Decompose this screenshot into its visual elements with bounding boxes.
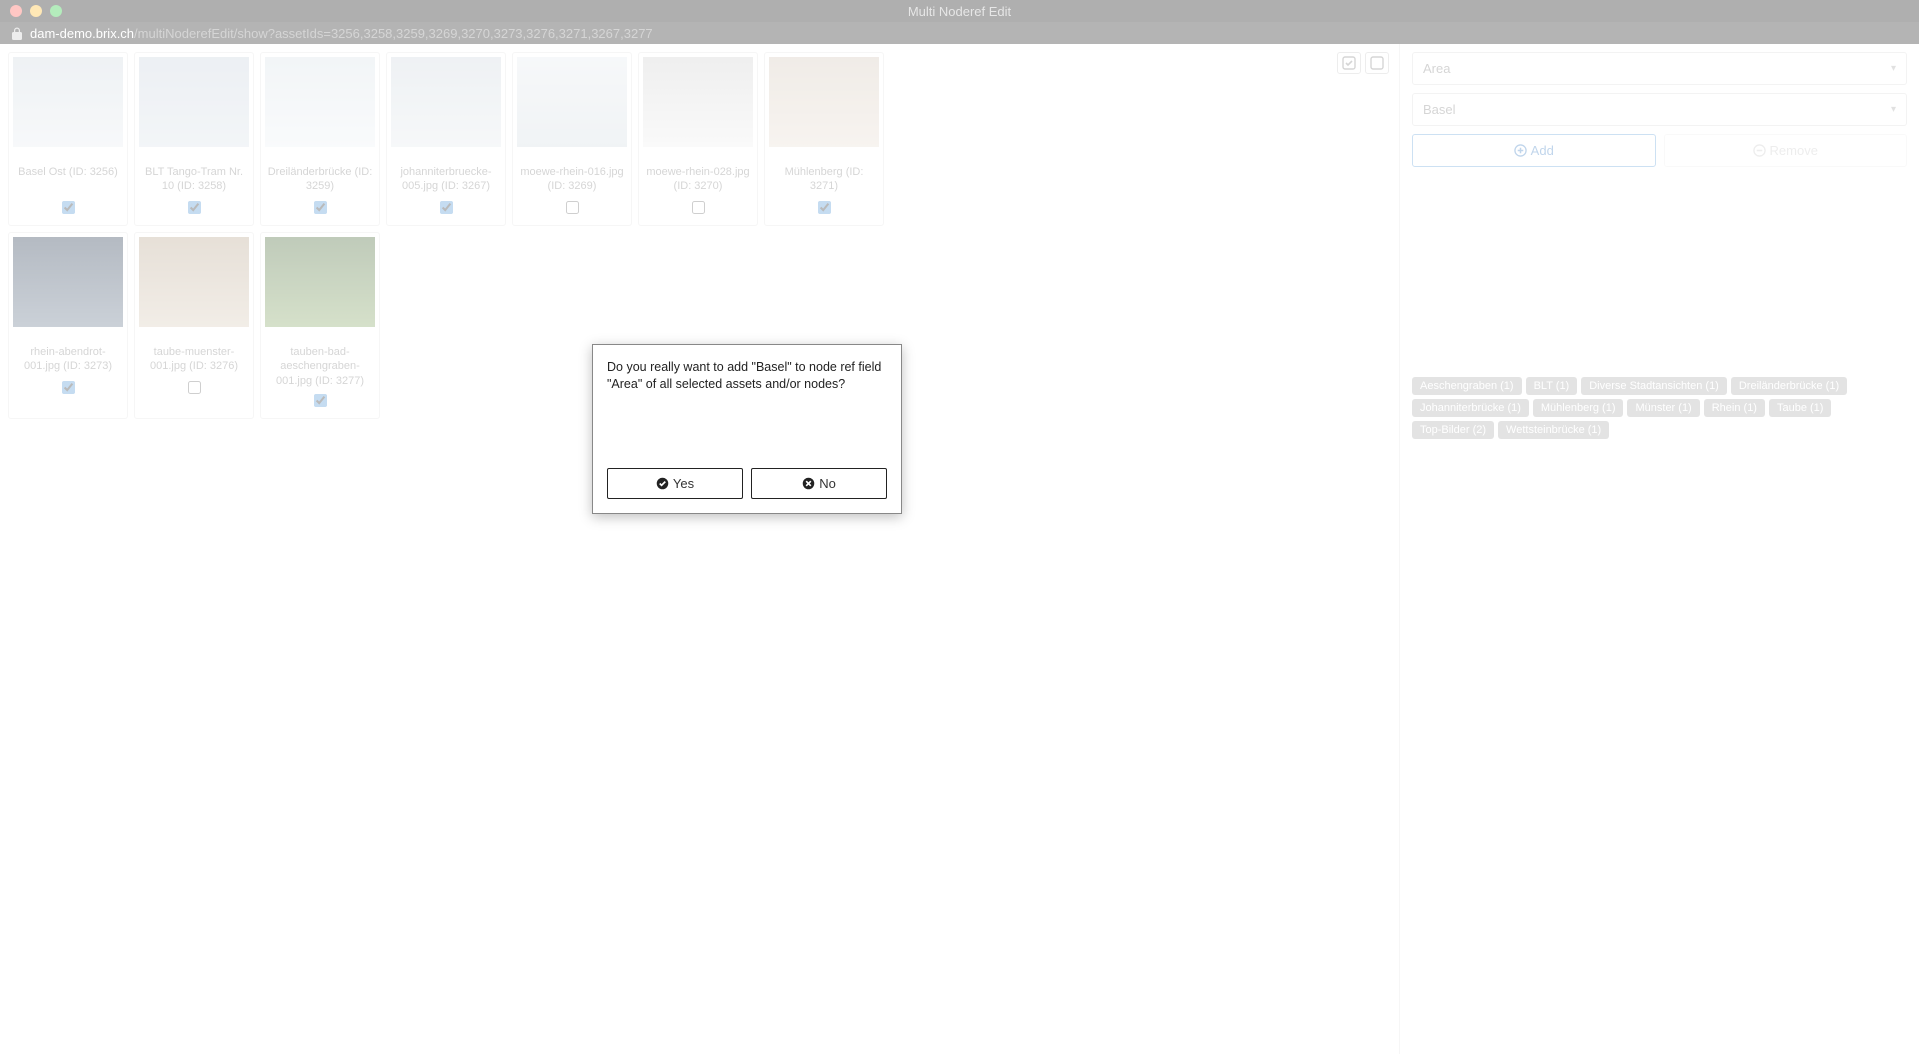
asset-checkbox[interactable] xyxy=(188,201,201,214)
select-all-button[interactable] xyxy=(1337,52,1361,74)
asset-caption: Basel Ost (ID: 3256) xyxy=(16,165,120,195)
asset-caption: Mühlenberg (ID: 3271) xyxy=(769,165,879,195)
asset-card[interactable]: johanniterbruecke-005.jpg (ID: 3267) xyxy=(386,52,506,226)
plus-circle-icon xyxy=(1514,144,1527,157)
confirm-yes-button[interactable]: Yes xyxy=(607,468,743,499)
asset-caption: taube-muenster-001.jpg (ID: 3276) xyxy=(139,345,249,375)
asset-caption: Dreiländerbrücke (ID: 3259) xyxy=(265,165,375,195)
noderef-value-value: Basel xyxy=(1423,102,1456,117)
window-titlebar: Multi Noderef Edit xyxy=(0,0,1919,22)
no-label: No xyxy=(819,476,836,491)
check-circle-icon xyxy=(656,477,669,490)
asset-checkbox[interactable] xyxy=(314,201,327,214)
asset-thumbnail xyxy=(13,57,123,147)
tag-chip[interactable]: Münster (1) xyxy=(1627,399,1699,417)
noderef-field-value: Area xyxy=(1423,61,1450,76)
window-title: Multi Noderef Edit xyxy=(908,4,1011,19)
tag-chip[interactable]: Top-Bilder (2) xyxy=(1412,421,1494,439)
browser-url-bar[interactable]: dam-demo.brix.ch/multiNoderefEdit/show?a… xyxy=(0,22,1919,44)
tag-list: Aeschengraben (1)BLT (1)Diverse Stadtans… xyxy=(1412,377,1907,439)
asset-checkbox[interactable] xyxy=(62,381,75,394)
chevron-down-icon: ▾ xyxy=(1891,104,1896,115)
asset-card[interactable]: Basel Ost (ID: 3256) xyxy=(8,52,128,226)
tag-chip[interactable]: Wettsteinbrücke (1) xyxy=(1498,421,1609,439)
url-host: dam-demo.brix.ch xyxy=(30,26,134,41)
sidebar-panel: Area ▾ Basel ▾ Add Remove Aeschengraben … xyxy=(1399,44,1919,1054)
maximize-window-icon[interactable] xyxy=(50,5,62,17)
asset-card[interactable]: Dreiländerbrücke (ID: 3259) xyxy=(260,52,380,226)
asset-checkbox[interactable] xyxy=(314,394,327,407)
tag-chip[interactable]: Dreiländerbrücke (1) xyxy=(1731,377,1847,395)
yes-label: Yes xyxy=(673,476,694,491)
remove-button[interactable]: Remove xyxy=(1664,134,1908,167)
asset-caption: rhein-abendrot-001.jpg (ID: 3273) xyxy=(13,345,123,375)
confirm-dialog: Do you really want to add "Basel" to nod… xyxy=(592,344,902,514)
lock-icon xyxy=(12,27,22,40)
asset-thumbnail xyxy=(517,57,627,147)
tag-chip[interactable]: Diverse Stadtansichten (1) xyxy=(1581,377,1727,395)
asset-checkbox[interactable] xyxy=(692,201,705,214)
asset-caption: johanniterbruecke-005.jpg (ID: 3267) xyxy=(391,165,501,195)
window-traffic-lights xyxy=(10,5,62,17)
asset-thumbnail xyxy=(391,57,501,147)
asset-card[interactable]: BLT Tango-Tram Nr. 10 (ID: 3258) xyxy=(134,52,254,226)
chevron-down-icon: ▾ xyxy=(1891,63,1896,74)
asset-caption: moewe-rhein-016.jpg (ID: 3269) xyxy=(517,165,627,195)
tag-chip[interactable]: Taube (1) xyxy=(1769,399,1831,417)
asset-thumbnail xyxy=(139,237,249,327)
tag-chip[interactable]: BLT (1) xyxy=(1526,377,1578,395)
asset-checkbox[interactable] xyxy=(818,201,831,214)
asset-checkbox[interactable] xyxy=(62,201,75,214)
deselect-all-button[interactable] xyxy=(1365,52,1389,74)
tag-chip[interactable]: Johanniterbrücke (1) xyxy=(1412,399,1529,417)
minimize-window-icon[interactable] xyxy=(30,5,42,17)
asset-thumbnail xyxy=(769,57,879,147)
asset-thumbnail xyxy=(265,237,375,327)
add-button-label: Add xyxy=(1531,143,1554,158)
asset-checkbox[interactable] xyxy=(188,381,201,394)
minus-circle-icon xyxy=(1753,144,1766,157)
asset-thumbnail xyxy=(265,57,375,147)
asset-card[interactable]: taube-muenster-001.jpg (ID: 3276) xyxy=(134,232,254,419)
asset-caption: moewe-rhein-028.jpg (ID: 3270) xyxy=(643,165,753,195)
asset-thumbnail xyxy=(13,237,123,327)
asset-card[interactable]: moewe-rhein-028.jpg (ID: 3270) xyxy=(638,52,758,226)
close-window-icon[interactable] xyxy=(10,5,22,17)
noderef-field-select[interactable]: Area ▾ xyxy=(1412,52,1907,85)
asset-card[interactable]: rhein-abendrot-001.jpg (ID: 3273) xyxy=(8,232,128,419)
asset-checkbox[interactable] xyxy=(566,201,579,214)
asset-card[interactable]: moewe-rhein-016.jpg (ID: 3269) xyxy=(512,52,632,226)
confirm-dialog-message: Do you really want to add "Basel" to nod… xyxy=(607,359,887,393)
remove-button-label: Remove xyxy=(1770,143,1818,158)
asset-caption: BLT Tango-Tram Nr. 10 (ID: 3258) xyxy=(139,165,249,195)
x-circle-icon xyxy=(802,477,815,490)
url-path: /multiNoderefEdit/show?assetIds=3256,325… xyxy=(134,26,653,41)
tag-chip[interactable]: Mühlenberg (1) xyxy=(1533,399,1624,417)
asset-card[interactable]: tauben-bad-aeschengraben-001.jpg (ID: 32… xyxy=(260,232,380,419)
asset-checkbox[interactable] xyxy=(440,201,453,214)
asset-grid-area: Basel Ost (ID: 3256) BLT Tango-Tram Nr. 1… xyxy=(0,44,1399,1054)
tag-chip[interactable]: Aeschengraben (1) xyxy=(1412,377,1522,395)
asset-card[interactable]: Mühlenberg (ID: 3271) xyxy=(764,52,884,226)
asset-thumbnail xyxy=(139,57,249,147)
add-button[interactable]: Add xyxy=(1412,134,1656,167)
noderef-value-select[interactable]: Basel ▾ xyxy=(1412,93,1907,126)
asset-caption: tauben-bad-aeschengraben-001.jpg (ID: 32… xyxy=(265,345,375,388)
tag-chip[interactable]: Rhein (1) xyxy=(1704,399,1765,417)
confirm-no-button[interactable]: No xyxy=(751,468,887,499)
asset-thumbnail xyxy=(643,57,753,147)
